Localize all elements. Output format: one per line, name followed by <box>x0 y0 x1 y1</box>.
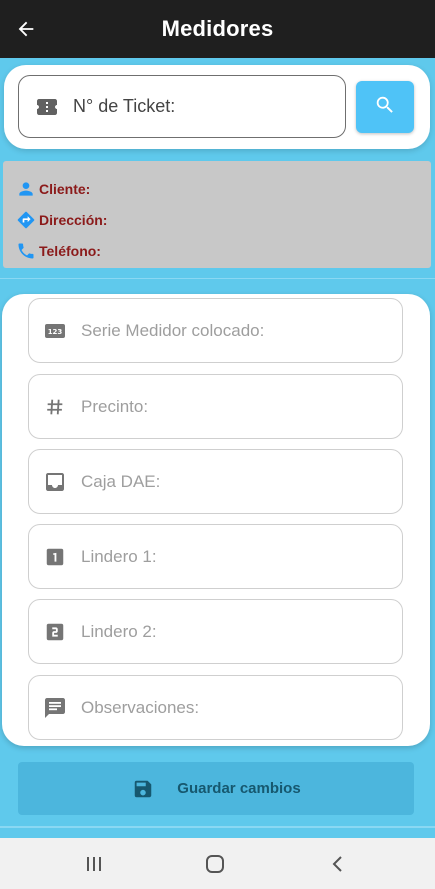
app-bar: Medidores <box>0 0 435 58</box>
ticket-icon <box>35 95 59 119</box>
address-label: Dirección: <box>39 211 108 228</box>
person-icon <box>15 178 37 200</box>
dae-box-field[interactable]: Caja DAE: <box>28 449 403 514</box>
inbox-icon <box>43 470 67 494</box>
meter-serial-placeholder: Serie Medidor colocado: <box>81 320 265 340</box>
hash-icon <box>43 395 67 419</box>
search-icon <box>374 94 396 121</box>
ticket-input[interactable]: N° de Ticket: <box>18 75 346 138</box>
phone-icon <box>15 240 37 262</box>
phone-row: Teléfono: <box>15 235 431 266</box>
seal-field[interactable]: Precinto: <box>28 374 403 439</box>
directions-icon <box>15 209 37 231</box>
address-row: Dirección: <box>15 204 431 235</box>
system-nav-bar <box>0 838 435 889</box>
recents-icon[interactable] <box>80 850 108 878</box>
ticket-placeholder: N° de Ticket: <box>73 96 176 116</box>
divider <box>0 278 435 279</box>
dae-box-placeholder: Caja DAE: <box>81 471 161 491</box>
boundary-1-field[interactable]: Lindero 1: <box>28 524 403 589</box>
bottom-divider <box>0 826 435 828</box>
observations-placeholder: Observaciones: <box>81 697 200 717</box>
phone-label: Teléfono: <box>39 242 101 259</box>
looks-two-icon <box>43 620 67 644</box>
back-chevron-icon[interactable] <box>324 850 352 878</box>
meter-form-card: 123 Serie Medidor colocado: Precinto: Ca… <box>2 294 430 746</box>
save-icon <box>131 777 155 801</box>
svg-text:123: 123 <box>48 328 63 336</box>
seal-placeholder: Precinto: <box>81 396 149 416</box>
boundary-2-field[interactable]: Lindero 2: <box>28 599 403 664</box>
client-info-panel: Cliente: Dirección: Teléfono: <box>3 161 431 268</box>
observations-field[interactable]: Observaciones: <box>28 675 403 740</box>
search-button[interactable] <box>356 81 414 133</box>
page-title: Medidores <box>161 16 274 41</box>
save-changes-button[interactable]: Guardar cambios <box>18 762 414 815</box>
home-icon[interactable] <box>201 850 229 878</box>
client-label: Cliente: <box>39 180 91 197</box>
comment-icon <box>43 696 67 720</box>
numbers-123-icon: 123 <box>43 319 67 343</box>
boundary-2-placeholder: Lindero 2: <box>81 621 157 641</box>
client-row: Cliente: <box>15 173 431 204</box>
looks-one-icon <box>43 545 67 569</box>
boundary-1-placeholder: Lindero 1: <box>81 546 157 566</box>
save-changes-label: Guardar cambios <box>177 780 301 797</box>
meter-serial-field[interactable]: 123 Serie Medidor colocado: <box>28 298 403 363</box>
ticket-search-card: N° de Ticket: <box>4 65 430 149</box>
